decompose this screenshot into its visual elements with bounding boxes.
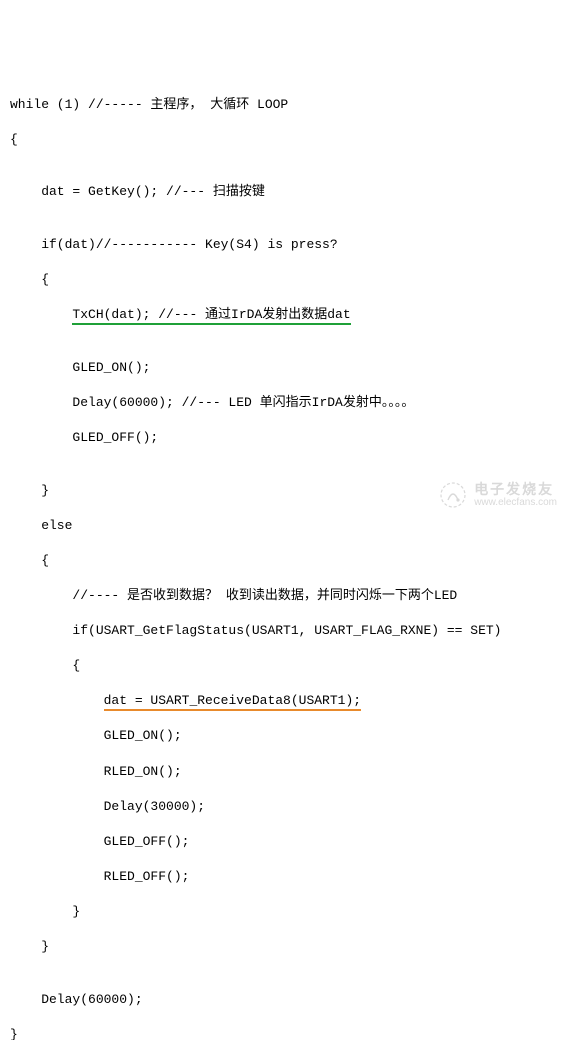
code-line: else xyxy=(10,517,561,535)
code-line: GLED_ON(); xyxy=(10,727,561,745)
code-line: GLED_OFF(); xyxy=(10,429,561,447)
code-line: Delay(60000); //--- LED 单闪指示IrDA发射中。。。。 xyxy=(10,394,561,412)
watermark: 电子发烧友 www.elecfans.com xyxy=(438,480,557,510)
code-line: dat = USART_ReceiveData8(USART1); xyxy=(10,692,561,710)
highlight-orange: dat = USART_ReceiveData8(USART1); xyxy=(104,693,361,711)
code-line: TxCH(dat); //--- 通过IrDA发射出数据dat xyxy=(10,306,561,324)
code-line: } xyxy=(10,938,561,956)
code-line: { xyxy=(10,552,561,570)
code-line: Delay(30000); xyxy=(10,798,561,816)
code-line: RLED_OFF(); xyxy=(10,868,561,886)
logo-icon xyxy=(438,480,468,510)
watermark-brand: 电子发烧友 xyxy=(474,482,557,497)
code-line: } xyxy=(10,1026,561,1040)
code-block: while (1) //----- 主程序， 大循环 LOOP { dat = … xyxy=(10,78,561,1040)
code-line: { xyxy=(10,131,561,149)
code-line: Delay(60000); xyxy=(10,991,561,1009)
code-line: RLED_ON(); xyxy=(10,763,561,781)
code-line: GLED_OFF(); xyxy=(10,833,561,851)
code-line: while (1) //----- 主程序， 大循环 LOOP xyxy=(10,96,561,114)
code-line: if(dat)//----------- Key(S4) is press? xyxy=(10,236,561,254)
code-line: } xyxy=(10,903,561,921)
code-line: { xyxy=(10,657,561,675)
code-line: GLED_ON(); xyxy=(10,359,561,377)
watermark-text: 电子发烧友 www.elecfans.com xyxy=(474,482,557,508)
code-line: if(USART_GetFlagStatus(USART1, USART_FLA… xyxy=(10,622,561,640)
highlight-green: TxCH(dat); //--- 通过IrDA发射出数据dat xyxy=(72,307,350,325)
code-line: //---- 是否收到数据？ 收到读出数据，并同时闪烁一下两个LED xyxy=(10,587,561,605)
code-line: dat = GetKey(); //--- 扫描按键 xyxy=(10,183,561,201)
watermark-url: www.elecfans.com xyxy=(474,497,557,508)
code-line: { xyxy=(10,271,561,289)
